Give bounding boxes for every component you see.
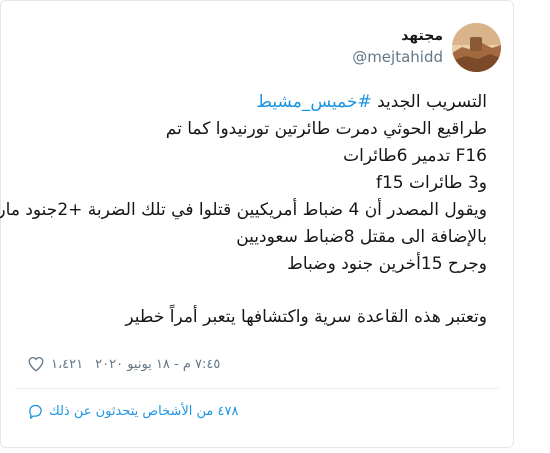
hashtag-link[interactable]: #خميس_مشيط [256,92,371,112]
heart-icon [28,356,44,372]
tweet-line-5: ويقول المصدر أن 4 ضباط أمريكيين قتلوا في… [0,200,487,220]
author-display-name[interactable]: مجتهد [401,27,443,45]
author-names: مجتهد @mejtahidd [352,27,443,67]
tweet-header: مجتهد @mejtahidd [352,17,501,77]
tweet-card: مجتهد @mejtahidd التسريب الجديد #خميس_مش… [0,0,514,448]
tweet-timestamp[interactable]: ٧:٤٥ م - ١٨ يونيو ٢٠٢٠ [95,357,220,372]
conversation-count-text: ٤٧٨ من الأشخاص يتحدثون عن ذلك [49,404,239,419]
avatar[interactable] [452,22,501,72]
tweet-line-4: و3 طائرات f15 [375,173,487,193]
conversation-link[interactable]: ٤٧٨ من الأشخاص يتحدثون عن ذلك [27,403,238,420]
tweet-meta: ١،٤٢١ ٧:٤٥ م - ١٨ يونيو ٢٠٢٠ [27,353,487,375]
avatar-image [452,22,501,72]
speech-bubble-icon [29,404,42,419]
divider [15,388,499,389]
like-count: ١،٤٢١ [51,356,84,372]
like-button[interactable]: ١،٤٢١ [27,355,83,373]
tweet-text: التسريب الجديد #خميس_مشيط طراقيع الحوثي … [0,89,487,331]
tweet-line-8: وتعتبر هذه القاعدة سرية واكتشافها يتعبر … [125,307,487,327]
tweet-line-6: بالإضافة الى مقتل 8ضباط سعوديين [236,227,487,247]
tweet-line-3: F16 تدمير 6طائرات [343,146,487,166]
tweet-line-2: طراقيع الحوثي دمرت طائرتين تورنيدوا كما … [165,119,487,139]
tweet-line-1: التسريب الجديد #خميس_مشيط [17,89,487,116]
tweet-line-gap [17,278,487,304]
tweet-line-7: وجرح 15أخرين جنود وضباط [287,254,487,274]
author-handle[interactable]: @mejtahidd [352,47,443,67]
tweet-line-1-text: التسريب الجديد [377,92,487,112]
